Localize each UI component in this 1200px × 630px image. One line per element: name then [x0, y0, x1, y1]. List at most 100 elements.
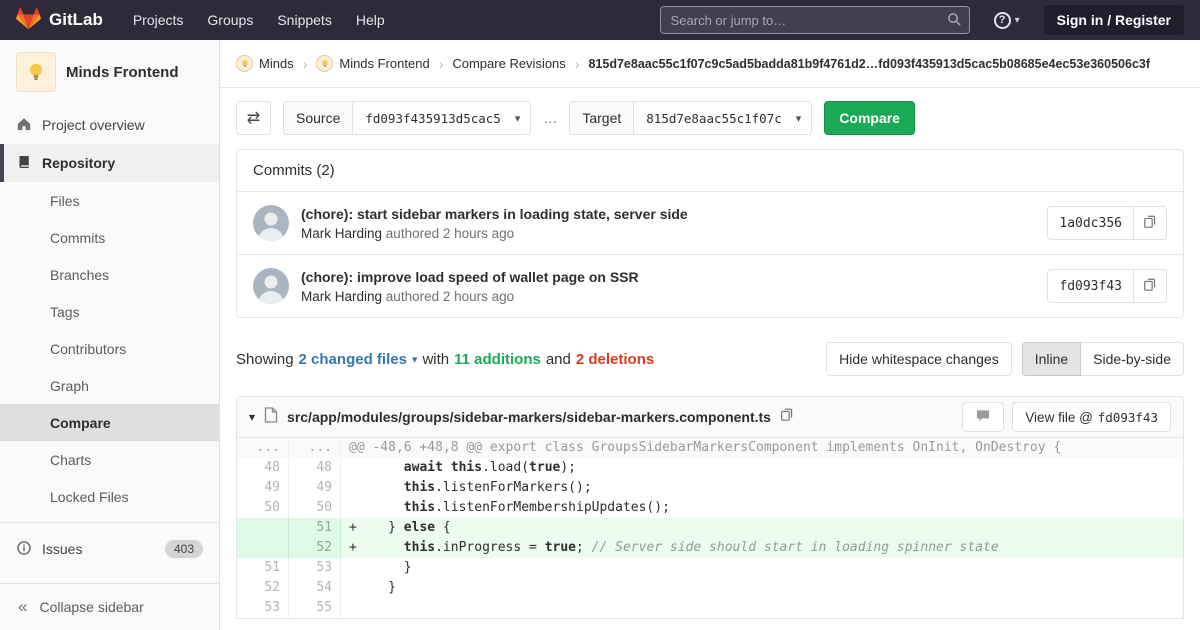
- diff-old-line-number[interactable]: 50: [237, 498, 289, 518]
- diff-new-line-number[interactable]: 51: [289, 518, 341, 538]
- diff-code: this.listenForMembershipUpdates();: [341, 498, 1183, 518]
- search-input[interactable]: [660, 6, 970, 34]
- breadcrumb-project[interactable]: Minds Frontend: [316, 55, 429, 72]
- nav-link-projects[interactable]: Projects: [133, 12, 184, 28]
- commit-title[interactable]: (chore): start sidebar markers in loadin…: [301, 206, 688, 222]
- breadcrumb-label: Minds: [259, 56, 294, 71]
- diff-code: [341, 598, 1183, 618]
- diff-line-added: 52 + this.inProgress = true; // Server s…: [237, 538, 1183, 558]
- search-icon[interactable]: [947, 12, 962, 32]
- navbar-search: [660, 6, 970, 34]
- sidebar-item-contributors[interactable]: Contributors: [0, 330, 219, 367]
- commit-author[interactable]: Mark Harding: [301, 289, 382, 304]
- commits-panel: Commits (2) (chore): start sidebar marke…: [236, 149, 1184, 318]
- diff-code: this.listenForMarkers();: [341, 478, 1183, 498]
- help-icon: ?: [994, 12, 1011, 29]
- sidebar-item-issues[interactable]: Issues 403: [0, 530, 219, 568]
- diff-code: }: [341, 578, 1183, 598]
- collapse-diff-caret-icon[interactable]: ▾: [249, 410, 255, 424]
- commit-author[interactable]: Mark Harding: [301, 226, 382, 241]
- commit-title[interactable]: (chore): improve load speed of wallet pa…: [301, 269, 639, 285]
- diff-new-line-number[interactable]: 52: [289, 538, 341, 558]
- copy-sha-button[interactable]: [1134, 269, 1167, 303]
- avatar[interactable]: [253, 268, 289, 304]
- diff-old-line-number[interactable]: 53: [237, 598, 289, 618]
- compare-button[interactable]: Compare: [824, 101, 915, 135]
- diff-new-gutter: ...: [289, 438, 341, 458]
- diff-line: 52 54 }: [237, 578, 1183, 598]
- diff-hunk-row: ... ... @@ -48,6 +48,8 @@ export class G…: [237, 438, 1183, 458]
- commit-sha-button[interactable]: 1a0dc356: [1047, 206, 1134, 240]
- target-group: Target 815d7e8aac55c1f07c9c… ▾: [569, 101, 812, 135]
- sidebar-item-charts[interactable]: Charts: [0, 441, 219, 478]
- chevron-right-icon: ›: [439, 56, 444, 72]
- view-file-button[interactable]: View file @ fd093f43: [1012, 402, 1171, 432]
- sidebar-item-tags[interactable]: Tags: [0, 293, 219, 330]
- sidebar-item-commits[interactable]: Commits: [0, 219, 219, 256]
- swap-icon: ⇄: [247, 108, 260, 128]
- project-avatar: [16, 52, 56, 92]
- breadcrumb-group[interactable]: Minds: [236, 55, 294, 72]
- diff-new-line-number[interactable]: 49: [289, 478, 341, 498]
- sidebar-item-files[interactable]: Files: [0, 182, 219, 219]
- diff-line: 53 55: [237, 598, 1183, 618]
- view-file-label: View file @: [1025, 410, 1092, 425]
- sidebar-item-repository[interactable]: Repository: [0, 144, 219, 182]
- copy-file-path-icon[interactable]: [780, 407, 794, 427]
- source-label: Source: [283, 101, 353, 135]
- diff-old-line-number[interactable]: [237, 538, 289, 558]
- sidebar-item-branches[interactable]: Branches: [0, 256, 219, 293]
- top-navbar: GitLab Projects Groups Snippets Help ? ▾…: [0, 0, 1200, 40]
- sidebar-item-label: Charts: [50, 452, 91, 468]
- nav-link-help[interactable]: Help: [356, 12, 385, 28]
- diff-hunk-text: @@ -48,6 +48,8 @@ export class GroupsSid…: [341, 438, 1183, 458]
- hide-whitespace-button[interactable]: Hide whitespace changes: [826, 342, 1012, 376]
- additions-count: 11 additions: [454, 351, 541, 368]
- copy-sha-button[interactable]: [1134, 206, 1167, 240]
- diff-old-line-number[interactable]: 52: [237, 578, 289, 598]
- breadcrumb-label: Compare Revisions: [452, 56, 565, 71]
- inline-view-button[interactable]: Inline: [1022, 342, 1081, 376]
- diff-new-line-number[interactable]: 50: [289, 498, 341, 518]
- sidebar-item-compare[interactable]: Compare: [0, 404, 219, 441]
- breadcrumb-compare-revisions[interactable]: Compare Revisions: [452, 56, 565, 71]
- nav-link-snippets[interactable]: Snippets: [277, 12, 331, 28]
- diff-old-line-number[interactable]: [237, 518, 289, 538]
- commit-meta: Mark Harding authored 2 hours ago: [301, 226, 688, 241]
- diff-line: 51 53 }: [237, 558, 1183, 578]
- source-dropdown[interactable]: fd093f435913d5cac5b0… ▾: [353, 101, 531, 135]
- diff-new-line-number[interactable]: 48: [289, 458, 341, 478]
- gitlab-brand[interactable]: GitLab: [16, 6, 103, 35]
- diff-old-line-number[interactable]: 51: [237, 558, 289, 578]
- diff-old-line-number[interactable]: 48: [237, 458, 289, 478]
- commit-sha-button[interactable]: fd093f43: [1047, 269, 1134, 303]
- diff-new-line-number[interactable]: 55: [289, 598, 341, 618]
- help-menu[interactable]: ? ▾: [994, 12, 1020, 29]
- target-dropdown[interactable]: 815d7e8aac55c1f07c9c… ▾: [634, 101, 812, 135]
- toggle-comments-button[interactable]: [962, 402, 1004, 432]
- diff-new-line-number[interactable]: 53: [289, 558, 341, 578]
- sidebar-item-locked-files[interactable]: Locked Files: [0, 478, 219, 515]
- project-header[interactable]: Minds Frontend: [0, 40, 219, 106]
- swap-revisions-button[interactable]: ⇄: [236, 101, 271, 135]
- avatar[interactable]: [253, 205, 289, 241]
- sidebar-item-graph[interactable]: Graph: [0, 367, 219, 404]
- collapse-sidebar-button[interactable]: « Collapse sidebar: [0, 583, 219, 630]
- home-icon: [16, 116, 32, 135]
- caret-down-icon[interactable]: ▾: [412, 353, 418, 366]
- main-content: Minds › Minds Frontend › Compare Revisio…: [220, 40, 1200, 630]
- double-chevron-left-icon: «: [18, 597, 27, 617]
- sidebar-item-label: Branches: [50, 267, 109, 283]
- diff-old-gutter: ...: [237, 438, 289, 458]
- sidebar-item-project-overview[interactable]: Project overview: [0, 106, 219, 144]
- nav-link-groups[interactable]: Groups: [207, 12, 253, 28]
- sidebar-item-label: Project overview: [42, 117, 145, 133]
- diff-old-line-number[interactable]: 49: [237, 478, 289, 498]
- issues-count-badge: 403: [165, 540, 203, 558]
- changed-files-dropdown[interactable]: 2 changed files: [299, 351, 407, 368]
- sign-in-register-button[interactable]: Sign in / Register: [1044, 5, 1184, 35]
- side-by-side-view-button[interactable]: Side-by-side: [1081, 342, 1184, 376]
- commit-meta-text: authored 2 hours ago: [386, 289, 514, 304]
- diff-file-path[interactable]: src/app/modules/groups/sidebar-markers/s…: [287, 409, 771, 425]
- diff-new-line-number[interactable]: 54: [289, 578, 341, 598]
